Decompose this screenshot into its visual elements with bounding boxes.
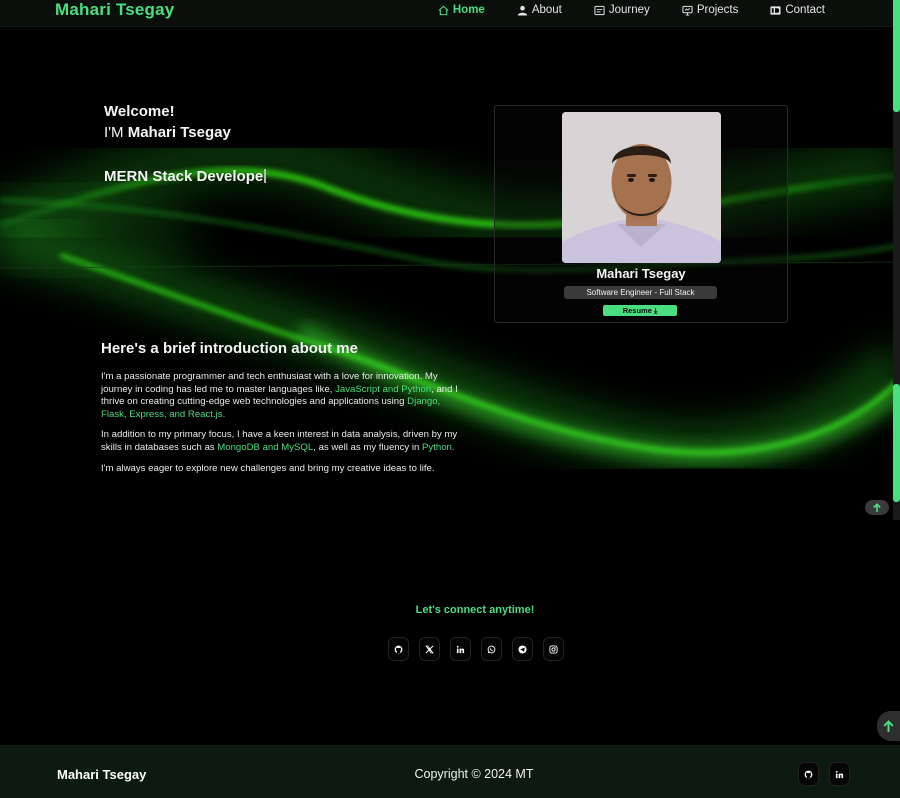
- profile-photo: [562, 112, 721, 263]
- nav-link-home[interactable]: Home: [422, 3, 501, 17]
- copyright-text: Copyright © 2024 MT: [414, 767, 534, 781]
- whatsapp-icon: [487, 645, 496, 653]
- back-to-top-button[interactable]: [877, 711, 900, 741]
- intro-text: , as well as my fluency in: [313, 441, 423, 453]
- projects-icon: [682, 5, 693, 16]
- highlight-languages: JavaScript and Python: [335, 383, 432, 395]
- hero-section: Welcome! I'M Mahari Tsegay MERN Stack De…: [104, 103, 267, 185]
- linkedin-icon: [456, 645, 465, 653]
- brand-logo[interactable]: Mahari Tsegay: [55, 0, 174, 20]
- user-icon: [517, 5, 527, 16]
- welcome-heading: Welcome!: [104, 103, 175, 120]
- nav-link-label: Contact: [785, 4, 825, 16]
- instagram-icon: [549, 644, 558, 654]
- x-link[interactable]: [419, 637, 440, 661]
- nav-link-label: Projects: [696, 4, 739, 16]
- github-icon: [804, 770, 813, 778]
- whatsapp-link[interactable]: [481, 637, 502, 661]
- nav-link-projects[interactable]: Projects: [666, 3, 755, 17]
- footer-social-links: [798, 762, 850, 786]
- journey-icon: [594, 5, 605, 15]
- nav-link-label: Journey: [608, 4, 650, 16]
- resume-label: Resume: [622, 306, 652, 315]
- arrow-up-icon: [873, 502, 881, 512]
- intro-paragraph-1: I'm a passionate programmer and tech ent…: [101, 371, 467, 421]
- card-job-title: Software Engineer - Full Stack: [564, 286, 717, 299]
- intro-heading: Here's a brief introduction about me: [101, 340, 358, 357]
- telegram-link[interactable]: [512, 637, 533, 661]
- scrollbar-thumb[interactable]: [893, 0, 900, 112]
- scrollbar-thumb-secondary[interactable]: [893, 384, 900, 502]
- footer-github-link[interactable]: [798, 762, 819, 786]
- hero-name: Mahari Tsegay: [127, 124, 231, 141]
- home-icon: [438, 5, 449, 15]
- id-card-icon: [770, 5, 781, 15]
- nav-link-label: About: [531, 4, 562, 16]
- nav-link-contact[interactable]: Contact: [754, 3, 841, 17]
- linkedin-link[interactable]: [450, 637, 471, 661]
- footer: Mahari Tsegay Copyright © 2024 MT: [0, 745, 900, 798]
- resume-button[interactable]: Resume ⤓: [603, 305, 677, 316]
- telegram-icon: [518, 644, 527, 654]
- profile-card: Mahari Tsegay Software Engineer - Full S…: [494, 105, 788, 323]
- github-icon: [394, 645, 403, 653]
- typing-cursor: [264, 169, 267, 183]
- arrow-up-icon: [883, 719, 894, 732]
- navbar: Mahari Tsegay Home About Journey Project…: [0, 0, 893, 27]
- highlight-databases: MongoDB and MySQL: [217, 441, 314, 453]
- scroll-to-top-button[interactable]: [865, 500, 889, 515]
- connect-heading: Let's connect anytime!: [415, 604, 535, 616]
- social-links: [388, 637, 564, 661]
- github-link[interactable]: [388, 637, 409, 661]
- intro-name-line: I'M Mahari Tsegay: [104, 124, 266, 141]
- nav-link-label: Home: [452, 4, 485, 16]
- im-prefix: I'M: [104, 124, 128, 141]
- profile-portrait: [562, 112, 721, 263]
- intro-section: Here's a brief introduction about me I'm…: [101, 340, 467, 483]
- intro-paragraph-3: I'm always eager to explore new challeng…: [101, 462, 435, 474]
- nav-links: Home About Journey Projects Contact: [422, 3, 841, 17]
- card-name: Mahari Tsegay: [596, 266, 686, 281]
- typed-role-text: MERN Stack Develope: [104, 168, 264, 185]
- nav-link-journey[interactable]: Journey: [578, 3, 666, 17]
- x-icon: [425, 645, 434, 653]
- intro-paragraph-2: In addition to my primary focus, I have …: [101, 429, 467, 454]
- nav-link-about[interactable]: About: [501, 3, 578, 17]
- linkedin-icon: [835, 770, 844, 778]
- typed-role: MERN Stack Develope: [104, 168, 267, 185]
- footer-linkedin-link[interactable]: [829, 762, 850, 786]
- download-icon: ⤓: [653, 306, 658, 315]
- highlight-python: Python.: [422, 441, 455, 453]
- instagram-link[interactable]: [543, 637, 564, 661]
